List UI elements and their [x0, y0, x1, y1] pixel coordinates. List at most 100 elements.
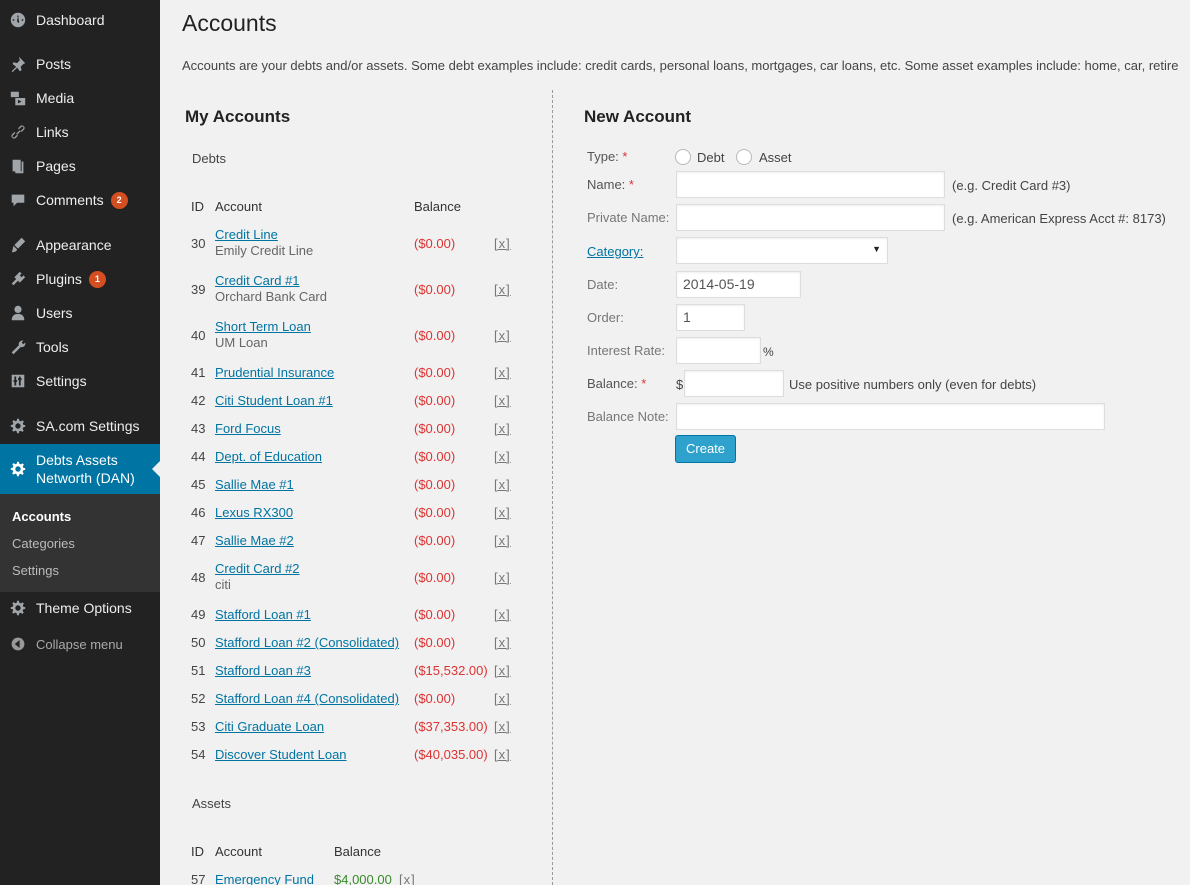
account-link[interactable]: Sallie Mae #1 [215, 477, 294, 492]
interest-rate-input[interactable] [676, 337, 761, 364]
account-link[interactable]: Sallie Mae #2 [215, 533, 294, 548]
account-link[interactable]: Credit Card #1 [215, 273, 300, 288]
page-description: Accounts are your debts and/or assets. S… [182, 58, 1179, 73]
delete-account-link[interactable]: [x] [494, 421, 511, 436]
account-link[interactable]: Short Term Loan [215, 319, 311, 334]
delete-account-link[interactable]: [x] [494, 236, 511, 251]
account-link[interactable]: Stafford Loan #3 [215, 663, 311, 678]
table-row: 30 Credit Line Emily Credit Line ($0.00) [x] [160, 227, 553, 273]
row-balance: ($0.00) [414, 505, 456, 520]
type-asset-radio[interactable] [736, 149, 752, 165]
table-row: 50 Stafford Loan #2 (Consolidated) ($0.00)… [160, 635, 553, 663]
row-account: Ford Focus [215, 421, 281, 436]
menu-dan-plugin[interactable]: Debts Assets Networth (DAN) [0, 444, 160, 494]
delete-account-link[interactable]: [x] [399, 872, 416, 885]
col-header-id: ID [191, 844, 204, 859]
row-balance: ($37,353.00) [414, 719, 488, 734]
menu-pages[interactable]: Pages [0, 149, 160, 183]
account-link[interactable]: Lexus RX300 [215, 505, 293, 520]
menu-label: Tools [36, 339, 69, 355]
account-link[interactable]: Stafford Loan #1 [215, 607, 311, 622]
row-balance: ($0.00) [414, 570, 456, 585]
sliders-icon [0, 372, 36, 390]
account-link[interactable]: Citi Graduate Loan [215, 719, 324, 734]
delete-account-link[interactable]: [x] [494, 449, 511, 464]
name-label: Name: * [587, 177, 634, 192]
account-link[interactable]: Citi Student Loan #1 [215, 393, 333, 408]
delete-account-link[interactable]: [x] [494, 607, 511, 622]
menu-tools[interactable]: Tools [0, 330, 160, 364]
dollar-prefix: $ [676, 377, 684, 392]
media-icon [0, 89, 36, 107]
row-id: 45 [191, 477, 206, 492]
table-row: 52 Stafford Loan #4 (Consolidated) ($0.00)… [160, 691, 553, 719]
menu-links[interactable]: Links [0, 115, 160, 149]
name-input[interactable] [676, 171, 945, 198]
account-note: Emily Credit Line [215, 243, 314, 258]
account-link[interactable]: Dept. of Education [215, 449, 322, 464]
debts-label: Debts [192, 151, 226, 166]
table-row: 47 Sallie Mae #2 ($0.00) [x] [160, 533, 553, 561]
delete-account-link[interactable]: [x] [494, 747, 511, 762]
menu-settings[interactable]: Settings [0, 364, 160, 398]
menu-comments[interactable]: Comments 2 [0, 183, 160, 217]
delete-account-link[interactable]: [x] [494, 393, 511, 408]
delete-account-link[interactable]: [x] [494, 365, 511, 380]
comments-icon [0, 191, 36, 209]
row-account: Dept. of Education [215, 449, 322, 464]
delete-account-link[interactable]: [x] [494, 663, 511, 678]
account-link[interactable]: Stafford Loan #2 (Consolidated) [215, 635, 399, 650]
menu-posts[interactable]: Posts [0, 47, 160, 81]
delete-account-link[interactable]: [x] [494, 477, 511, 492]
menu-plugins[interactable]: Plugins 1 [0, 262, 160, 296]
row-id: 39 [191, 282, 206, 297]
table-row: 40 Short Term Loan UM Loan ($0.00) [x] [160, 319, 553, 365]
order-input[interactable]: 1 [676, 304, 745, 331]
account-link[interactable]: Stafford Loan #4 (Consolidated) [215, 691, 399, 706]
date-label: Date: [587, 277, 619, 292]
account-link[interactable]: Credit Line [215, 227, 278, 242]
date-input[interactable]: 2014-05-19 [676, 271, 801, 298]
menu-dashboard[interactable]: Dashboard [0, 3, 160, 37]
collapse-menu-button[interactable]: Collapse menu [0, 630, 160, 658]
delete-account-link[interactable]: [x] [494, 691, 511, 706]
delete-account-link[interactable]: [x] [494, 570, 511, 585]
menu-users[interactable]: Users [0, 296, 160, 330]
delete-account-link[interactable]: [x] [494, 328, 511, 343]
row-account: Stafford Loan #4 (Consolidated) [215, 691, 399, 706]
account-link[interactable]: Ford Focus [215, 421, 281, 436]
balance-note-input[interactable] [676, 403, 1105, 430]
gear-icon [0, 599, 36, 617]
row-account: Emergency Fund [215, 872, 314, 885]
menu-theme-options[interactable]: Theme Options [0, 591, 160, 625]
delete-account-link[interactable]: [x] [494, 719, 511, 734]
menu-sa-com-settings[interactable]: SA.com Settings [0, 409, 160, 443]
row-id: 44 [191, 449, 206, 464]
type-debt-radio[interactable] [675, 149, 691, 165]
row-id: 41 [191, 365, 206, 380]
submenu-accounts[interactable]: Accounts [0, 503, 160, 530]
row-id: 51 [191, 663, 206, 678]
delete-account-link[interactable]: [x] [494, 533, 511, 548]
delete-account-link[interactable]: [x] [494, 282, 511, 297]
account-link[interactable]: Discover Student Loan [215, 747, 347, 762]
menu-appearance[interactable]: Appearance [0, 228, 160, 262]
collapse-arrow-icon [0, 636, 36, 652]
table-row: 51 Stafford Loan #3 ($15,532.00) [x] [160, 663, 553, 691]
balance-input[interactable] [684, 370, 784, 397]
delete-account-link[interactable]: [x] [494, 635, 511, 650]
delete-account-link[interactable]: [x] [494, 505, 511, 520]
account-link[interactable]: Prudential Insurance [215, 365, 334, 380]
col-header-account: Account [215, 199, 262, 214]
account-link[interactable]: Credit Card #2 [215, 561, 300, 576]
category-link[interactable]: Category: [587, 244, 643, 259]
row-id: 52 [191, 691, 206, 706]
private-name-input[interactable] [676, 204, 945, 231]
submenu-settings[interactable]: Settings [0, 557, 160, 584]
category-select[interactable]: ▼ [676, 237, 888, 264]
row-id: 48 [191, 570, 206, 585]
submenu-categories[interactable]: Categories [0, 530, 160, 557]
menu-media[interactable]: Media [0, 81, 160, 115]
account-link[interactable]: Emergency Fund [215, 872, 314, 885]
create-button[interactable]: Create [675, 435, 737, 463]
